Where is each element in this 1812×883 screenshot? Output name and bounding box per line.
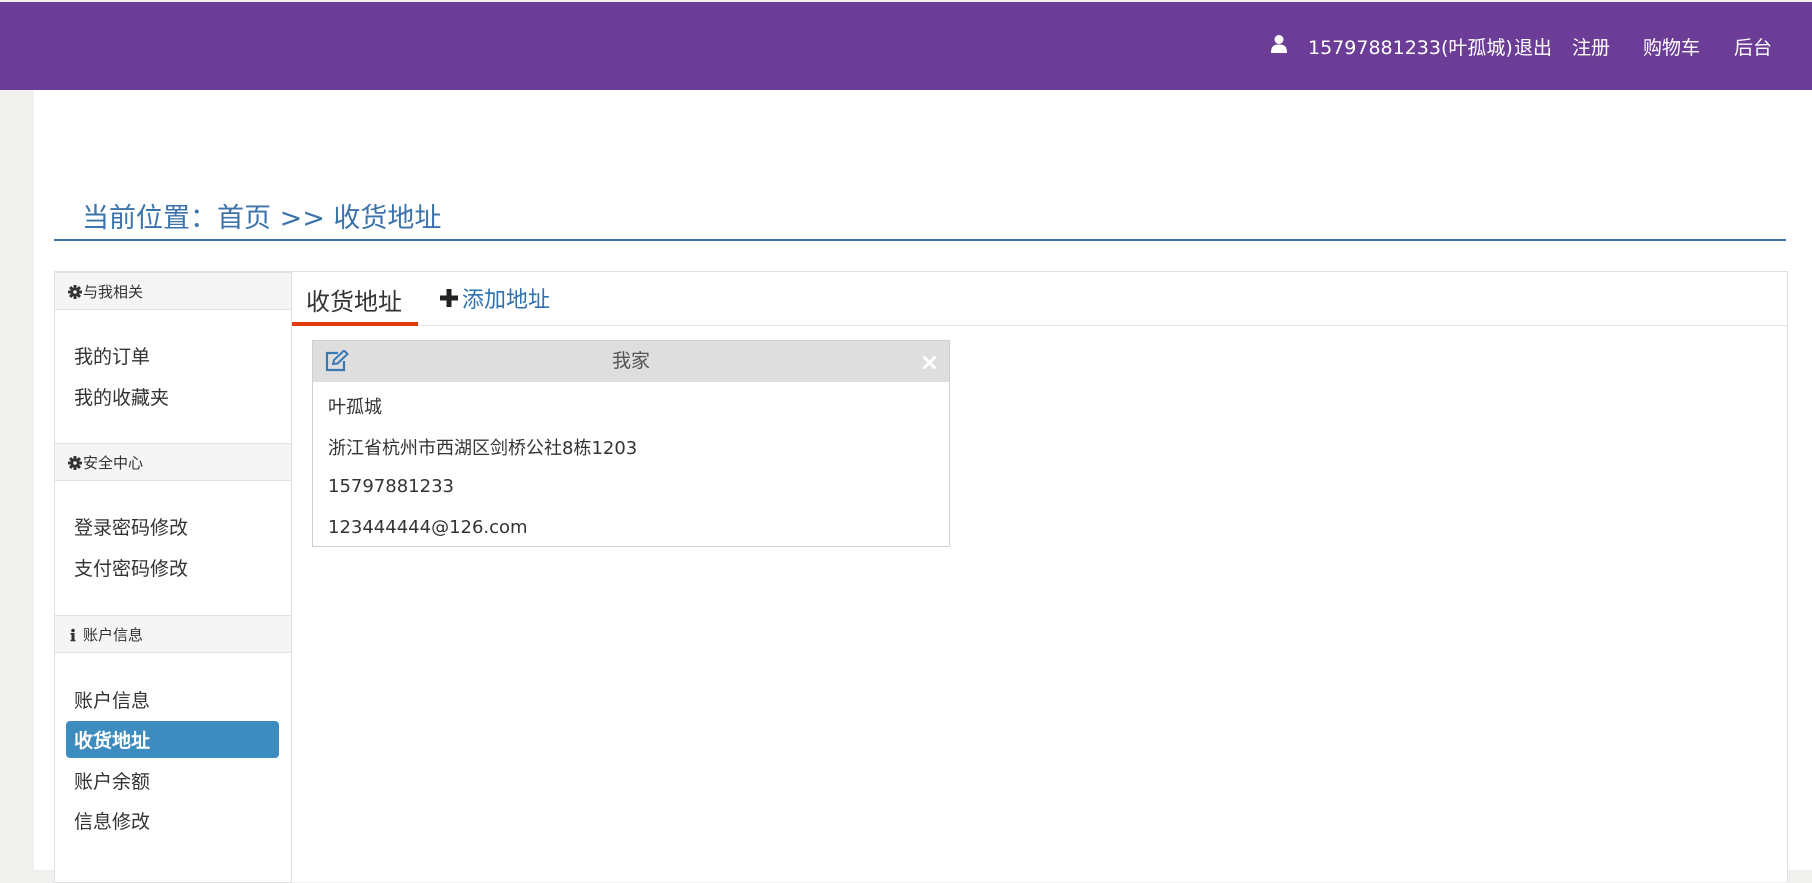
sidebar-item-label: 收货地址 bbox=[74, 730, 151, 752]
admin-link[interactable]: 后台 bbox=[1734, 33, 1772, 60]
sidebar-item-balance[interactable]: 账户余额 bbox=[74, 767, 150, 794]
add-address-button[interactable]: 添加地址 bbox=[440, 282, 550, 314]
breadcrumb-bar: 当前位置：首页 >> 收货地址 bbox=[54, 196, 1786, 241]
sidebar-item-account-info[interactable]: 账户信息 bbox=[74, 686, 150, 713]
sidebar-section-header-account: 账户信息 bbox=[55, 615, 291, 653]
main-panel: 收货地址 添加地址 我家 叶孤城 浙江省杭州市西湖区剑桥公社8栋1203 157… bbox=[291, 271, 1788, 882]
address-phone: 15797881233 bbox=[328, 476, 454, 497]
page-content: 当前位置：首页 >> 收货地址 与我相关 我的订单 我的收藏夹 安全中心 登录密… bbox=[34, 90, 1812, 883]
plus-icon bbox=[440, 289, 458, 307]
sidebar-item-edit-info[interactable]: 信息修改 bbox=[74, 807, 150, 834]
register-link[interactable]: 注册 bbox=[1572, 33, 1610, 60]
sidebar-item-shipping-address[interactable]: 收货地址 bbox=[66, 721, 279, 758]
sidebar-section-title: 账户信息 bbox=[83, 626, 144, 644]
address-email: 123444444@126.com bbox=[328, 517, 528, 538]
info-icon bbox=[70, 628, 76, 642]
user-account-link[interactable]: 15797881233(叶孤城) bbox=[1308, 33, 1513, 60]
address-card-header: 我家 bbox=[313, 341, 949, 382]
sidebar-section-title: 安全中心 bbox=[83, 454, 144, 472]
user-icon bbox=[1271, 35, 1287, 53]
tabs-divider bbox=[292, 325, 1787, 326]
tab-shipping-address[interactable]: 收货地址 bbox=[292, 272, 418, 326]
gear-icon bbox=[68, 285, 82, 299]
sidebar-item-my-favorites[interactable]: 我的收藏夹 bbox=[74, 383, 169, 410]
sidebar-item-login-password[interactable]: 登录密码修改 bbox=[74, 513, 188, 540]
address-name: 叶孤城 bbox=[328, 397, 382, 418]
address-card-title: 我家 bbox=[611, 350, 650, 372]
logout-link[interactable]: 退出 bbox=[1514, 33, 1552, 60]
tab-label: 收货地址 bbox=[306, 288, 402, 316]
address-card: 我家 叶孤城 浙江省杭州市西湖区剑桥公社8栋1203 15797881233 1… bbox=[312, 340, 950, 547]
address-detail: 浙江省杭州市西湖区剑桥公社8栋1203 bbox=[328, 438, 638, 459]
close-icon[interactable] bbox=[923, 356, 936, 369]
gear-icon bbox=[68, 456, 82, 470]
sidebar-item-pay-password[interactable]: 支付密码修改 bbox=[74, 554, 188, 581]
sidebar-item-my-orders[interactable]: 我的订单 bbox=[74, 342, 150, 369]
top-nav-bar: 15797881233(叶孤城) 退出 注册 购物车 后台 bbox=[0, 2, 1812, 90]
sidebar-section-title: 与我相关 bbox=[83, 283, 144, 301]
breadcrumb: 当前位置：首页 >> 收货地址 bbox=[82, 203, 442, 234]
sidebar-section-header-security: 安全中心 bbox=[55, 443, 291, 481]
sidebar-section-header-related: 与我相关 bbox=[55, 272, 291, 310]
cart-link[interactable]: 购物车 bbox=[1643, 33, 1700, 60]
sidebar: 与我相关 我的订单 我的收藏夹 安全中心 登录密码修改 支付密码修改 账户信息 … bbox=[54, 271, 292, 883]
add-address-label: 添加地址 bbox=[462, 288, 551, 313]
